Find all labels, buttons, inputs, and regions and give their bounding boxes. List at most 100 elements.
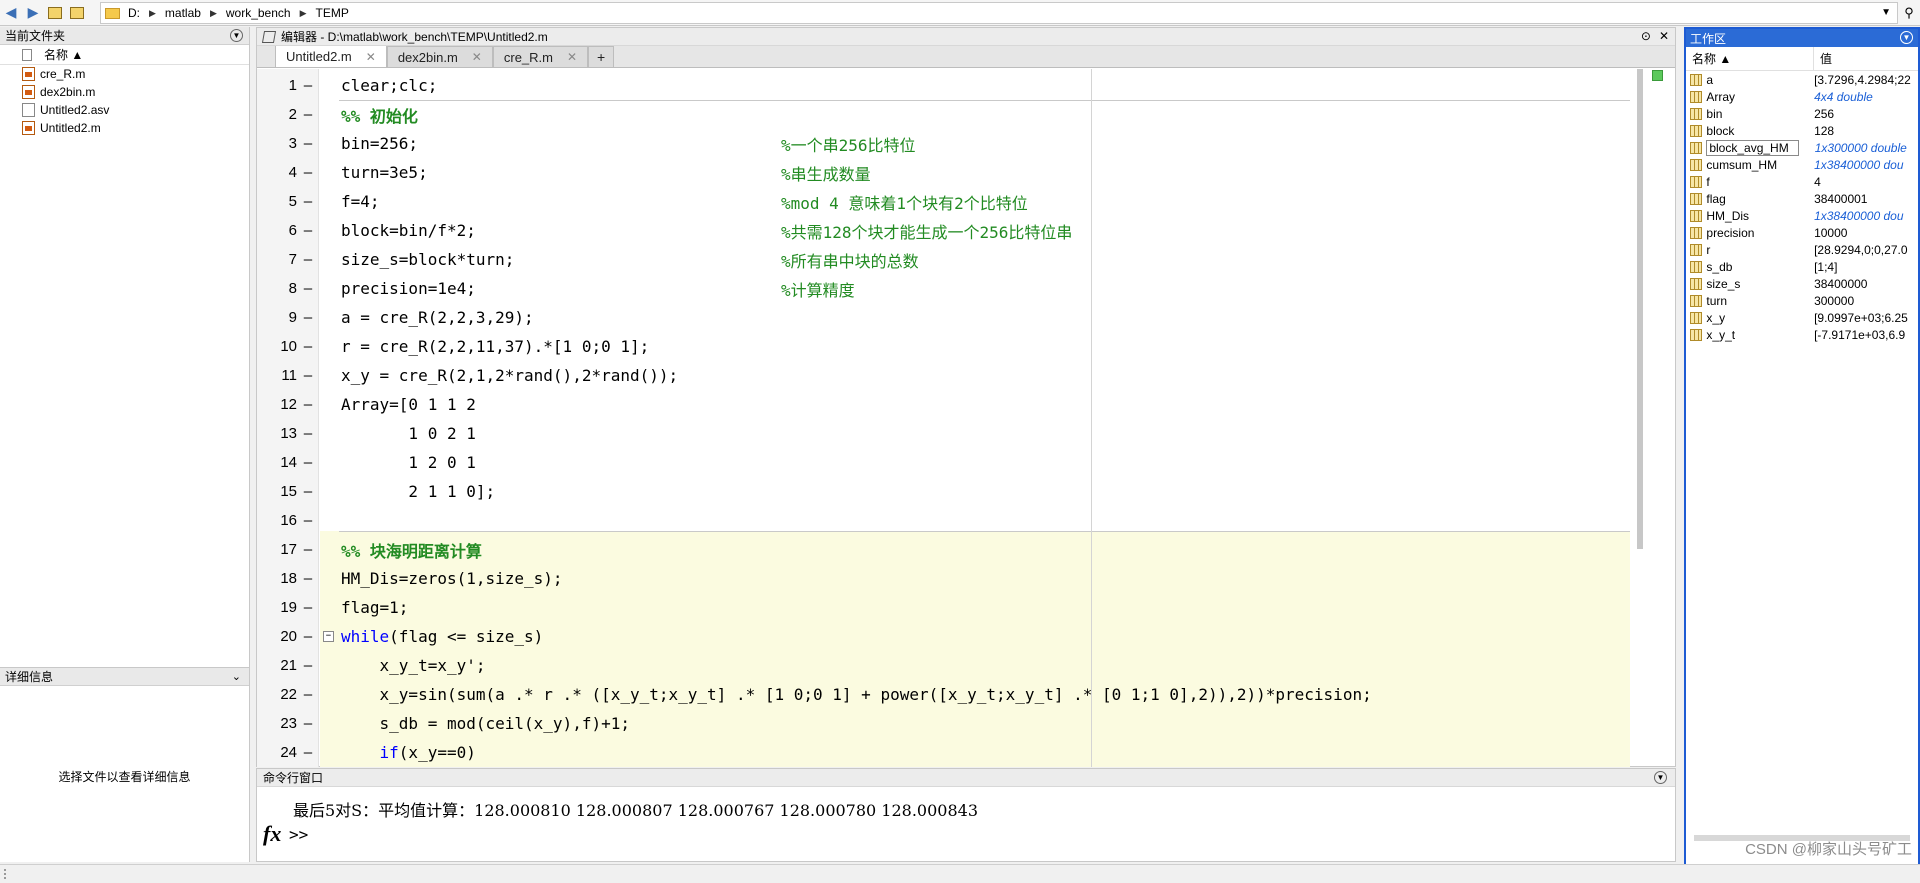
variable-name[interactable]: precision bbox=[1706, 226, 1814, 240]
panel-menu-icon[interactable]: ⊙ bbox=[1641, 29, 1651, 43]
code-line[interactable]: 8— precision=1e4; %计算精度 bbox=[257, 274, 1637, 303]
breakpoint-marker[interactable]: — bbox=[297, 107, 319, 123]
tab-label[interactable]: cre_R.m bbox=[504, 50, 553, 65]
code-line[interactable]: 7— size_s=block*turn; %所有串中块的总数 bbox=[257, 245, 1637, 274]
forward-arrow-icon[interactable]: ▶ bbox=[22, 2, 44, 24]
variable-name[interactable]: x_y bbox=[1706, 311, 1814, 325]
breakpoint-marker[interactable]: — bbox=[297, 310, 319, 326]
variable-name[interactable]: bin bbox=[1706, 107, 1814, 121]
code-line[interactable]: 15— 2 1 1 0]; bbox=[257, 477, 1637, 506]
function-browser-icon[interactable]: fx bbox=[263, 821, 281, 847]
breakpoint-marker[interactable]: — bbox=[297, 571, 319, 587]
file-name[interactable]: cre_R.m bbox=[40, 67, 85, 81]
name-column-header[interactable]: 名称 ▲ bbox=[0, 45, 249, 65]
tab-dex2bin[interactable]: dex2bin.m ✕ bbox=[386, 46, 493, 67]
close-tab-icon[interactable]: ✕ bbox=[366, 50, 376, 64]
search-icon[interactable]: ⚲ bbox=[1900, 3, 1918, 23]
code-line[interactable]: 2— %% 初始化 bbox=[257, 100, 1637, 129]
close-tab-icon[interactable]: ✕ bbox=[567, 50, 577, 64]
breakpoint-marker[interactable]: — bbox=[297, 194, 319, 210]
breakpoint-marker[interactable]: — bbox=[297, 455, 319, 471]
breakpoint-marker[interactable]: — bbox=[297, 223, 319, 239]
file-name[interactable]: Untitled2.m bbox=[40, 121, 101, 135]
code-line[interactable]: 9— a = cre_R(2,2,3,29); bbox=[257, 303, 1637, 332]
breakpoint-marker[interactable]: — bbox=[297, 687, 319, 703]
code-line[interactable]: 17— %% 块海明距离计算 bbox=[257, 535, 1637, 564]
fold-toggle-icon[interactable]: − bbox=[323, 631, 334, 642]
breadcrumb-separator-icon[interactable]: ▶ bbox=[300, 8, 307, 19]
code-line[interactable]: 20— − while(flag <= size_s) bbox=[257, 622, 1637, 651]
variable-name[interactable]: cumsum_HM bbox=[1706, 158, 1814, 172]
resize-grip-icon[interactable] bbox=[4, 869, 14, 879]
code-text[interactable]: 2 1 1 0]; bbox=[341, 482, 495, 501]
folder-path-field[interactable]: D: ▶ matlab ▶ work_bench ▶ TEMP ▼ bbox=[100, 2, 1898, 24]
name-column-label[interactable]: 名称 ▲ bbox=[44, 46, 83, 63]
variable-name[interactable]: f bbox=[1706, 175, 1814, 189]
path-dropdown-icon[interactable]: ▼ bbox=[1881, 7, 1891, 18]
panel-menu-icon[interactable]: ▼ bbox=[1900, 31, 1913, 44]
tab-untitled2[interactable]: Untitled2.m ✕ bbox=[275, 45, 387, 67]
file-name[interactable]: dex2bin.m bbox=[40, 85, 95, 99]
file-item[interactable]: cre_R.m bbox=[0, 65, 249, 83]
breakpoint-marker[interactable]: — bbox=[297, 600, 319, 616]
code-text[interactable]: f=4; bbox=[341, 192, 380, 211]
browse-folder-icon[interactable] bbox=[66, 2, 88, 24]
code-text[interactable]: flag=1; bbox=[341, 598, 408, 617]
variable-row[interactable]: x_y [9.0997e+03;6.25 bbox=[1686, 309, 1918, 326]
variable-row[interactable]: turn 300000 bbox=[1686, 292, 1918, 309]
code-line[interactable]: 23— s_db = mod(ceil(x_y),f)+1; bbox=[257, 709, 1637, 738]
close-tab-icon[interactable]: ✕ bbox=[472, 50, 482, 64]
variable-name[interactable]: flag bbox=[1706, 192, 1814, 206]
code-line[interactable]: 13— 1 0 2 1 bbox=[257, 419, 1637, 448]
breakpoint-marker[interactable]: — bbox=[297, 426, 319, 442]
breakpoint-marker[interactable]: — bbox=[297, 716, 319, 732]
code-text[interactable]: bin=256; bbox=[341, 134, 418, 153]
breakpoint-marker[interactable]: — bbox=[297, 397, 319, 413]
tab-label[interactable]: dex2bin.m bbox=[398, 50, 458, 65]
close-icon[interactable]: ✕ bbox=[1659, 29, 1669, 43]
code-text[interactable]: precision=1e4; bbox=[341, 279, 476, 298]
code-text[interactable]: block=bin/f*2; bbox=[341, 221, 476, 240]
breakpoint-marker[interactable]: — bbox=[297, 165, 319, 181]
variable-name[interactable]: block bbox=[1706, 124, 1814, 138]
variable-name[interactable]: Array bbox=[1706, 90, 1814, 104]
code-line[interactable]: 10— r = cre_R(2,2,11,37).*[1 0;0 1]; bbox=[257, 332, 1637, 361]
variable-row[interactable]: HM_Dis 1x38400000 dou bbox=[1686, 207, 1918, 224]
variable-name[interactable]: a bbox=[1706, 73, 1814, 87]
code-line[interactable]: 16— bbox=[257, 506, 1637, 535]
code-text[interactable]: x_y = cre_R(2,1,2*rand(),2*rand()); bbox=[341, 366, 678, 385]
code-text[interactable]: Array=[0 1 1 2 bbox=[341, 395, 476, 414]
variable-row[interactable]: x_y_t [-7.9171e+03,6.9 bbox=[1686, 326, 1918, 343]
code-text[interactable]: r = cre_R(2,2,11,37).*[1 0;0 1]; bbox=[341, 337, 649, 356]
variable-row[interactable]: s_db [1;4] bbox=[1686, 258, 1918, 275]
variable-name[interactable]: turn bbox=[1706, 294, 1814, 308]
code-text[interactable]: x_y_t=x_y'; bbox=[341, 656, 486, 675]
variable-row[interactable]: r [28.9294,0;0,27.0 bbox=[1686, 241, 1918, 258]
value-column-header[interactable]: 值 bbox=[1814, 50, 1832, 67]
variable-name[interactable]: s_db bbox=[1706, 260, 1814, 274]
code-text[interactable]: 1 2 0 1 bbox=[341, 453, 475, 472]
code-text[interactable]: a = cre_R(2,2,3,29); bbox=[341, 308, 534, 327]
variable-row[interactable]: precision 10000 bbox=[1686, 224, 1918, 241]
breakpoint-marker[interactable]: — bbox=[297, 658, 319, 674]
code-line[interactable]: 22— x_y=sin(sum(a .* r .* ([x_y_t;x_y_t]… bbox=[257, 680, 1637, 709]
code-text[interactable]: if(x_y==0) bbox=[341, 743, 476, 762]
breadcrumb-matlab[interactable]: matlab bbox=[165, 6, 201, 20]
breakpoint-marker[interactable]: — bbox=[297, 513, 319, 529]
tab-cre-r[interactable]: cre_R.m ✕ bbox=[492, 46, 589, 67]
name-column-header[interactable]: 名称 ▲ bbox=[1686, 47, 1814, 70]
variable-row[interactable]: Array 4x4 double bbox=[1686, 88, 1918, 105]
variable-row[interactable]: bin 256 bbox=[1686, 105, 1918, 122]
breakpoint-marker[interactable]: — bbox=[297, 629, 319, 645]
code-line[interactable]: 11— x_y = cre_R(2,1,2*rand(),2*rand()); bbox=[257, 361, 1637, 390]
code-text[interactable]: turn=3e5; bbox=[341, 163, 428, 182]
breakpoint-marker[interactable]: — bbox=[297, 252, 319, 268]
code-line[interactable]: 5— f=4; %mod 4 意味着1个块有2个比特位 bbox=[257, 187, 1637, 216]
variable-row[interactable]: flag 38400001 bbox=[1686, 190, 1918, 207]
code-area[interactable]: 1— clear;clc; 2—%% 初始化 3— bin=256; %一个串256比特位… bbox=[257, 69, 1637, 767]
code-line[interactable]: 1— clear;clc; bbox=[257, 71, 1637, 100]
code-text[interactable]: s_db = mod(ceil(x_y),f)+1; bbox=[341, 714, 630, 733]
code-text[interactable]: 1 0 2 1 bbox=[341, 424, 475, 443]
back-arrow-icon[interactable]: ◀ bbox=[0, 2, 22, 24]
chevron-down-icon[interactable]: ⌄ bbox=[232, 670, 241, 683]
